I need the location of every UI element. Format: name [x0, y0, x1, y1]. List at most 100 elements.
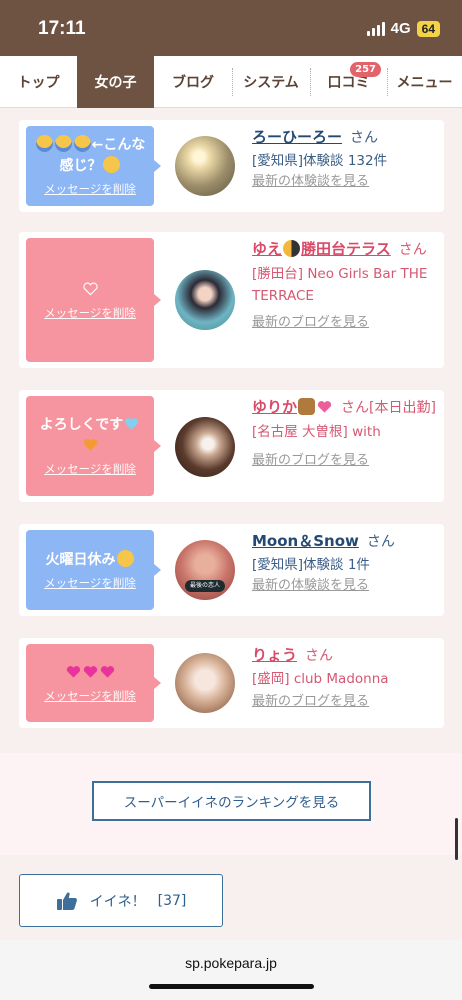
- tab-blog[interactable]: ブログ: [154, 56, 232, 108]
- tab-menu[interactable]: メニュー: [387, 56, 462, 108]
- shop-info[interactable]: [盛岡] club Madonna: [252, 668, 436, 690]
- heart-icon: [100, 665, 114, 678]
- emoji-face-icon: [116, 549, 134, 567]
- list-item: 火曜日休み メッセージを削除 最後の恋人 Moon＆Snow さん [愛知県]体験…: [19, 524, 444, 616]
- girl-info: ろーひーろー さん [愛知県]体験談 132件 最新の体験談を見る: [252, 126, 436, 192]
- browser-url-bar[interactable]: sp.pokepara.jp: [0, 940, 462, 1000]
- home-indicator[interactable]: [149, 984, 314, 989]
- avatar-label: 最後の恋人: [185, 580, 225, 592]
- girl-info: Moon＆Snow さん [愛知県]体験談 1件 最新の体験談を見る: [252, 530, 436, 596]
- message-string: 火曜日休み: [45, 551, 116, 568]
- status-indicators: 4G 64: [366, 20, 440, 37]
- girl-info: りょう さん [盛岡] club Madonna 最新のブログを見る: [252, 644, 436, 712]
- heart-icon: [82, 282, 98, 295]
- tab-top[interactable]: トップ: [0, 56, 77, 108]
- girl-info: ゆえ 勝田台テラス さん [勝田台] Neo Girls Bar THE TERRA…: [252, 238, 436, 333]
- message-bubble: よろしくです メッセージを削除: [26, 396, 161, 496]
- delete-message-link[interactable]: メッセージを削除: [44, 181, 136, 197]
- shop-info[interactable]: [勝田台] Neo Girls Bar THE TERRACE: [252, 263, 436, 307]
- honorific: さん: [350, 130, 379, 146]
- view-latest-link[interactable]: 最新のブログを見る: [252, 692, 436, 712]
- battery-icon: 64: [416, 20, 440, 37]
- girl-info: ゆりか さん[本日出勤] [名古屋 大曽根] with 最新のブログを見る: [252, 396, 436, 471]
- avatar[interactable]: 最後の恋人: [175, 540, 235, 600]
- heart-icon: [83, 439, 97, 451]
- girl-name-link[interactable]: Moon＆Snow: [252, 532, 359, 550]
- network-type: 4G: [390, 20, 411, 37]
- message-string: よろしくです: [39, 417, 124, 433]
- list-item: メッセージを削除 りょう さん [盛岡] club Madonna 最新のブログを…: [19, 638, 444, 728]
- girl-name-link[interactable]: ろーひーろー: [252, 128, 342, 146]
- girl-name-link[interactable]: ゆえ 勝田台テラス: [252, 240, 391, 258]
- heart-icon: [317, 401, 332, 413]
- ranking-button[interactable]: スーパーイイネのランキングを見る: [92, 781, 371, 821]
- honorific: さん[本日出勤]: [341, 400, 436, 416]
- girl-name: ゆりか: [252, 398, 298, 416]
- heart-icon: [83, 665, 97, 678]
- list-item: メッセージを削除 ゆえ 勝田台テラス さん [勝田台] Neo Girls Bar …: [19, 232, 444, 368]
- message-string: こんな感じ？: [59, 137, 146, 174]
- nav-tabs: トップ 女の子 ブログ システム 口コミ 257 メニュー: [0, 56, 462, 108]
- heart-icon: [125, 418, 139, 430]
- honorific: さん: [398, 242, 427, 258]
- signal-icon: [366, 21, 385, 36]
- tab-label: 女の子: [94, 75, 137, 91]
- moon-icon: [283, 240, 301, 257]
- delete-message-link[interactable]: メッセージを削除: [44, 461, 136, 477]
- message-text: ←こんな感じ？: [32, 135, 148, 177]
- main-content: ←こんな感じ？ メッセージを削除 ろーひーろー さん [愛知県]体験談 132件 …: [0, 108, 462, 940]
- tab-label: システム: [243, 75, 299, 91]
- message-bubble: ←こんな感じ？ メッセージを削除: [26, 126, 161, 206]
- emoji-face-icon: [35, 135, 53, 152]
- delete-message-link[interactable]: メッセージを削除: [44, 688, 136, 704]
- url-text: sp.pokepara.jp: [185, 955, 277, 971]
- message-text: 火曜日休み: [45, 549, 135, 571]
- like-button[interactable]: イイネ！ [37]: [19, 874, 223, 927]
- status-bar: 17:11 4G 64: [0, 0, 462, 56]
- emoji-face-icon: [54, 135, 72, 152]
- delete-message-link[interactable]: メッセージを削除: [44, 305, 136, 321]
- clock: 17:11: [38, 18, 86, 39]
- avatar[interactable]: [175, 417, 235, 477]
- view-latest-link[interactable]: 最新のブログを見る: [252, 313, 436, 333]
- heart-icon: [66, 665, 80, 678]
- tab-label: メニュー: [396, 75, 453, 91]
- girl-name: ゆえ: [252, 240, 283, 258]
- message-text: [82, 280, 99, 301]
- delete-message-link[interactable]: メッセージを削除: [44, 575, 136, 591]
- view-latest-link[interactable]: 最新のブログを見る: [252, 451, 436, 471]
- honorific: さん: [305, 648, 334, 664]
- bear-icon: [298, 398, 316, 415]
- tab-label: ブログ: [172, 75, 214, 91]
- message-text: [65, 663, 116, 684]
- view-latest-link[interactable]: 最新の体験談を見る: [252, 576, 436, 596]
- like-count: [37]: [157, 892, 187, 909]
- shop-info[interactable]: [愛知県]体験談 1件: [252, 554, 436, 576]
- like-label: イイネ！: [89, 893, 146, 910]
- shop-info[interactable]: [愛知県]体験談 132件: [252, 150, 436, 172]
- reviews-count-badge: 257: [350, 62, 381, 77]
- message-bubble: メッセージを削除: [26, 644, 161, 722]
- girl-name-link[interactable]: ゆりか: [252, 398, 333, 416]
- tab-label: トップ: [17, 75, 60, 91]
- tab-system[interactable]: システム: [232, 56, 310, 108]
- tab-reviews[interactable]: 口コミ 257: [310, 56, 387, 108]
- message-bubble: 火曜日休み メッセージを削除: [26, 530, 161, 610]
- emoji-face-icon: [73, 135, 91, 152]
- tab-girls[interactable]: 女の子: [77, 56, 154, 108]
- avatar[interactable]: [175, 653, 235, 713]
- message-text: よろしくです: [40, 415, 141, 457]
- list-item: ←こんな感じ？ メッセージを削除 ろーひーろー さん [愛知県]体験談 132件 …: [19, 120, 444, 212]
- girl-name-suffix: 勝田台テラス: [301, 240, 391, 258]
- scrollbar[interactable]: [455, 818, 458, 860]
- message-bubble: メッセージを削除: [26, 238, 161, 362]
- shop-info[interactable]: [名古屋 大曽根] with: [252, 421, 436, 443]
- girl-name-link[interactable]: りょう: [252, 646, 297, 664]
- avatar[interactable]: [175, 136, 235, 196]
- view-latest-link[interactable]: 最新の体験談を見る: [252, 172, 436, 192]
- honorific: さん: [366, 534, 395, 550]
- avatar[interactable]: [175, 270, 235, 330]
- thumbs-up-icon: [56, 892, 77, 910]
- emoji-face-icon: [102, 156, 120, 173]
- list-item: よろしくです メッセージを削除 ゆりか さん[本日出勤] [名古屋 大曽根] wi…: [19, 390, 444, 502]
